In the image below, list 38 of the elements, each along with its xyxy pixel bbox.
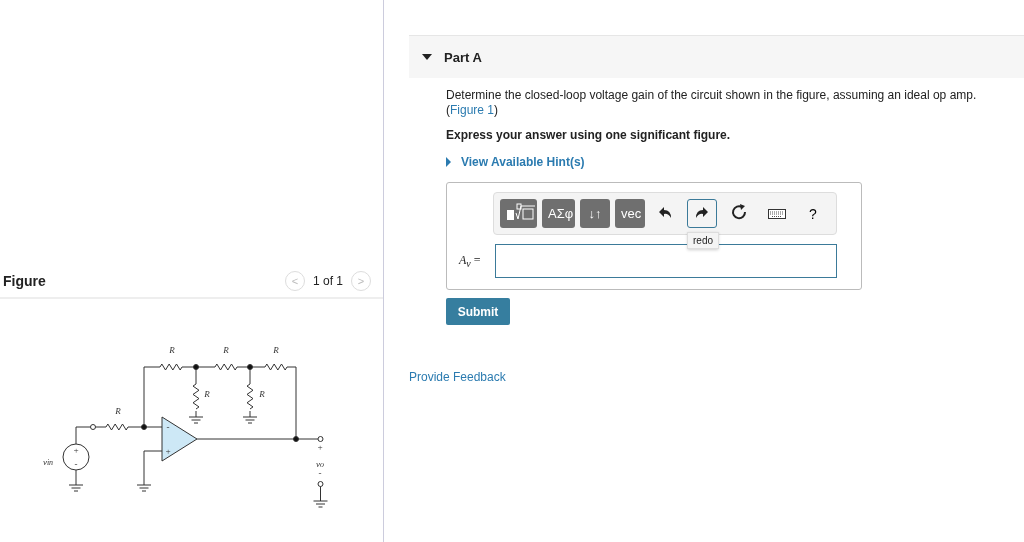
part-title: Part A bbox=[444, 49, 482, 65]
answer-label: A$_{v}$ = bbox=[459, 252, 482, 270]
circuit-label: R bbox=[169, 345, 175, 355]
undo-arrow-icon bbox=[658, 206, 672, 219]
circuit-label: R bbox=[259, 389, 265, 399]
circuit-label: + bbox=[72, 445, 80, 455]
help-button[interactable]: ? bbox=[798, 199, 828, 228]
circuit-label: - bbox=[318, 468, 322, 478]
figure-title: Figure bbox=[3, 272, 46, 289]
circuit-label: vo bbox=[316, 459, 324, 469]
redo-arrow-icon bbox=[695, 206, 709, 219]
circuit-label: R bbox=[223, 345, 229, 355]
circuit-label: R bbox=[273, 345, 279, 355]
redo-button[interactable] bbox=[687, 199, 717, 228]
symbol-button[interactable]: ΑΣφ bbox=[542, 199, 575, 228]
symbol-button[interactable]: ↓↑ bbox=[580, 199, 610, 228]
circuit-label: + bbox=[164, 446, 172, 456]
circuit-label: R bbox=[204, 389, 210, 399]
templates-button[interactable] bbox=[500, 199, 538, 228]
circuit-label: - bbox=[74, 459, 78, 469]
instruction-text: Express your answer using one significant figure. bbox=[446, 128, 732, 143]
circuit-label: + bbox=[316, 442, 324, 452]
keyboard-icon bbox=[768, 208, 786, 219]
circuit-label: R bbox=[115, 406, 121, 416]
hint-toggle[interactable]: View Available Hint(s) bbox=[446, 155, 585, 169]
page-indicator: 1 of 1 bbox=[312, 273, 343, 288]
answer-field[interactable] bbox=[494, 244, 837, 278]
tooltip: redo bbox=[687, 232, 719, 249]
feedback-link[interactable]: Provide Feedback bbox=[409, 370, 1024, 384]
question-text: Determine the closed-loop voltage gain of the circuit shown in the figure, assuming an ideal op amp. (Figure 1) bbox=[446, 88, 978, 118]
circuit-label: - bbox=[166, 422, 170, 432]
symbol-button[interactable]: vec bbox=[615, 199, 645, 228]
circuit-label: vin bbox=[42, 457, 54, 467]
circular-arrow-icon bbox=[731, 204, 747, 220]
figure-link[interactable]: Figure 1 bbox=[450, 103, 495, 117]
submit-button[interactable]: Submit bbox=[446, 298, 510, 325]
collapse-icon[interactable] bbox=[422, 54, 432, 60]
templates-icon bbox=[506, 203, 536, 221]
